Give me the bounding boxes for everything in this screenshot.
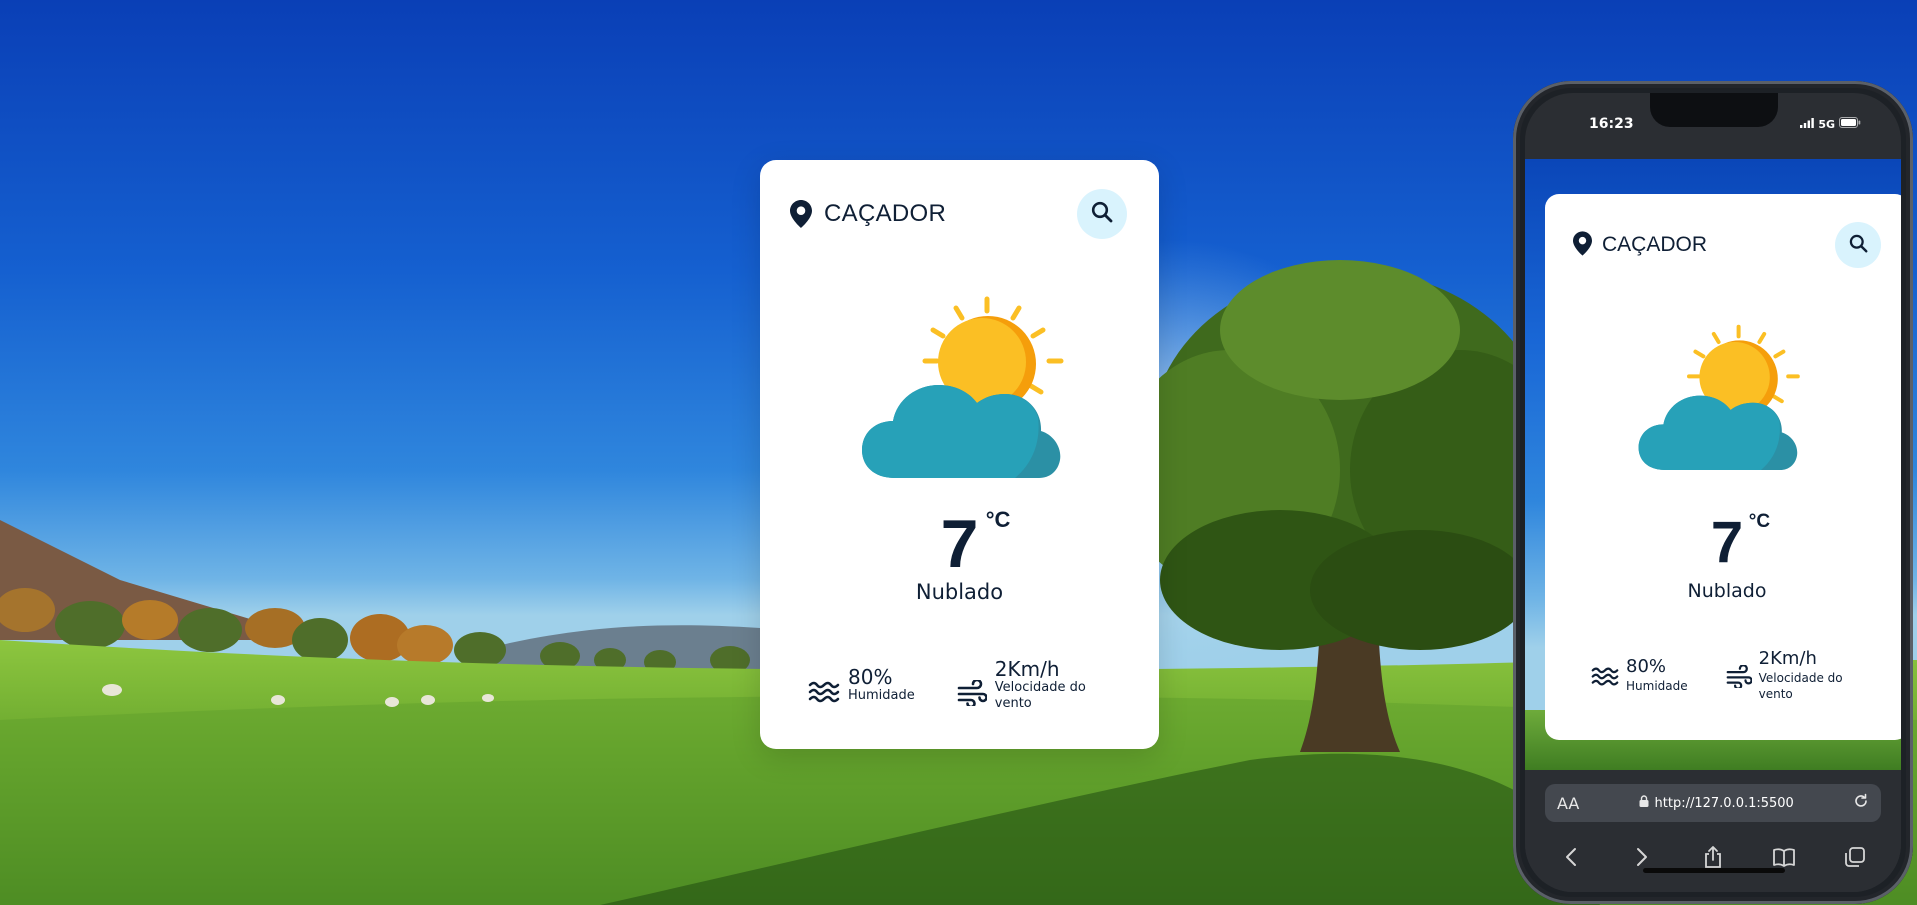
signal-bars-icon bbox=[1800, 117, 1815, 131]
temperature-display: 7 °C bbox=[760, 505, 1159, 583]
mobile-city-name: CAÇADOR bbox=[1602, 233, 1708, 256]
wind-label: Velocidade do vento bbox=[994, 680, 1086, 711]
lock-icon bbox=[1639, 795, 1649, 811]
mobile-wind-stat: 2Km/h Velocidade do vento bbox=[1726, 648, 1843, 702]
network-type: 5G bbox=[1818, 117, 1835, 131]
wind-stat: 2Km/h Velocidade do vento bbox=[957, 658, 1086, 712]
wind-icon bbox=[957, 678, 988, 710]
text-size-button[interactable]: AA bbox=[1557, 794, 1579, 813]
weather-card: CAÇADOR 7 °C Nublado 80% Humidade 2Km/h … bbox=[760, 160, 1159, 749]
url-text: http://127.0.0.1:5500 bbox=[1654, 795, 1794, 811]
mobile-temperature-value: 7 °C bbox=[1710, 510, 1771, 575]
back-icon[interactable] bbox=[1554, 840, 1588, 874]
tabs-icon[interactable] bbox=[1838, 840, 1872, 874]
phone-screen: 16:23 5G CAÇADOR 7 °C Nublado 80% Humida… bbox=[1525, 93, 1901, 892]
location-pin-icon bbox=[790, 200, 812, 228]
humidity-value: 80% bbox=[848, 665, 893, 689]
phone-mockup: 16:23 5G CAÇADOR 7 °C Nublado 80% Humida… bbox=[1513, 81, 1913, 904]
weather-description: Nublado bbox=[915, 580, 1004, 604]
mobile-location-row: CAÇADOR bbox=[1573, 222, 1881, 268]
mobile-humidity-label: Humidade bbox=[1626, 679, 1688, 693]
wind-value: 2Km/h bbox=[994, 657, 1060, 681]
mobile-weather-description: Nublado bbox=[1687, 580, 1767, 602]
temperature-value: 7 °C bbox=[940, 506, 1011, 582]
reload-icon[interactable] bbox=[1853, 793, 1869, 813]
mobile-temperature-unit: °C bbox=[1748, 511, 1771, 532]
wind-icon bbox=[1726, 664, 1753, 692]
humidity-stat: 80% Humidade bbox=[808, 666, 915, 712]
status-time: 16:23 bbox=[1589, 116, 1634, 132]
partly-cloudy-icon bbox=[1633, 319, 1813, 477]
search-icon bbox=[1849, 234, 1868, 257]
mobile-temperature-display: 7 °C bbox=[1545, 509, 1901, 576]
weather-stats: 80% Humidade 2Km/h Velocidade do vento bbox=[808, 658, 1086, 712]
search-icon bbox=[1091, 201, 1113, 227]
location-row: CAÇADOR bbox=[790, 188, 1127, 240]
battery-icon bbox=[1839, 117, 1861, 131]
humidity-label: Humidade bbox=[848, 688, 915, 703]
mobile-wind-label: Velocidade do vento bbox=[1758, 671, 1843, 701]
mobile-weather-stats: 80% Humidade 2Km/h Velocidade do vento bbox=[1591, 648, 1843, 702]
phone-notch bbox=[1650, 93, 1778, 127]
water-waves-icon bbox=[1591, 666, 1619, 691]
city-name: CAÇADOR bbox=[824, 200, 947, 227]
partly-cloudy-icon bbox=[855, 293, 1080, 483]
url-display[interactable]: http://127.0.0.1:5500 bbox=[1579, 795, 1853, 811]
location-pin-icon bbox=[1573, 230, 1592, 260]
browser-chrome: AA http://127.0.0.1:5500 bbox=[1525, 770, 1901, 892]
mobile-search-button[interactable] bbox=[1835, 222, 1881, 268]
temperature-unit: °C bbox=[985, 507, 1011, 532]
mobile-humidity-value: 80% bbox=[1626, 656, 1667, 677]
water-waves-icon bbox=[808, 680, 840, 708]
mobile-wind-value: 2Km/h bbox=[1758, 648, 1817, 669]
address-bar[interactable]: AA http://127.0.0.1:5500 bbox=[1545, 784, 1881, 822]
search-button[interactable] bbox=[1077, 189, 1127, 239]
mobile-weather-card: CAÇADOR 7 °C Nublado 80% Humidade 2Km/h … bbox=[1545, 194, 1901, 740]
status-bar: 16:23 5G bbox=[1525, 93, 1901, 158]
status-indicators: 5G bbox=[1800, 117, 1861, 131]
mobile-humidity-stat: 80% Humidade bbox=[1591, 656, 1688, 702]
home-indicator bbox=[1643, 868, 1785, 873]
